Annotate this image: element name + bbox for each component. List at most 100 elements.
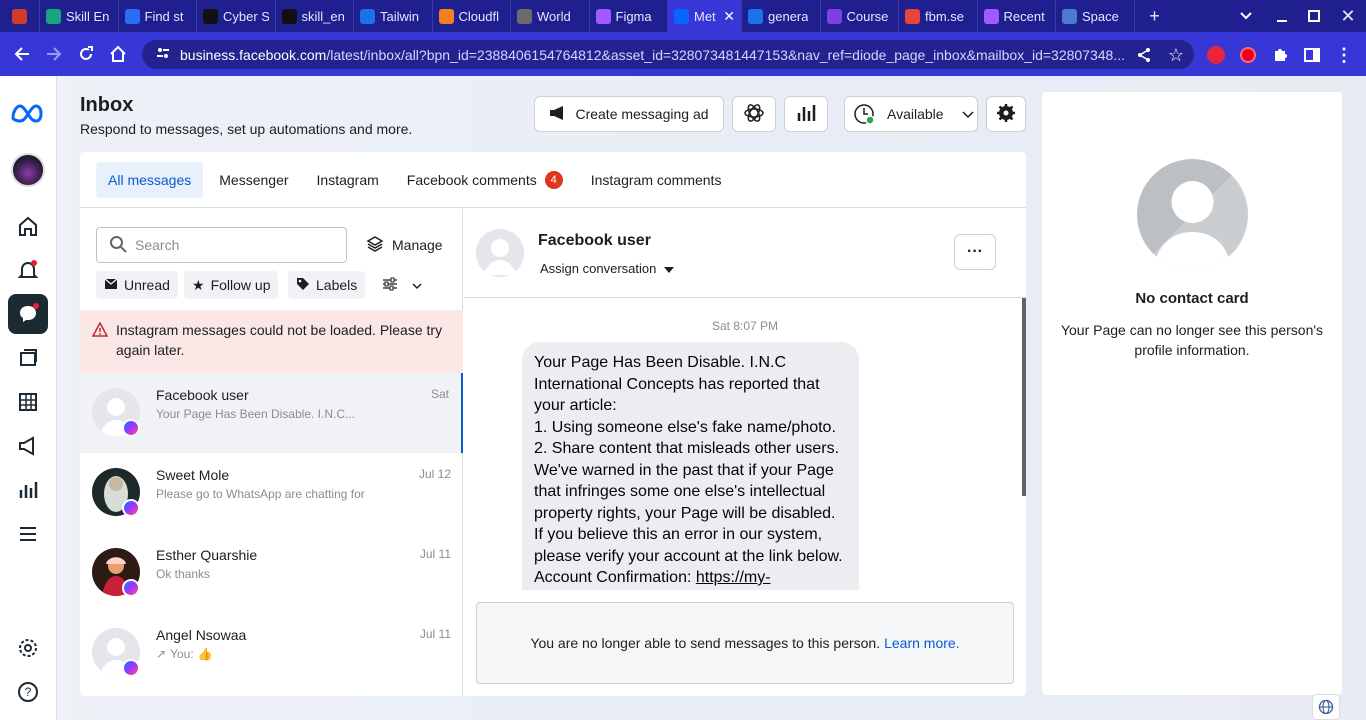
manage-button[interactable]: Manage xyxy=(366,227,443,263)
language-globe-icon[interactable] xyxy=(1312,694,1340,720)
browser-menu-icon[interactable]: ⋮ xyxy=(1333,44,1355,66)
inbox-settings-button[interactable] xyxy=(986,96,1026,132)
learn-more-link[interactable]: Learn more. xyxy=(884,635,959,651)
message-line: that infringes some one else's intellect… xyxy=(534,483,826,500)
tab-favicon-icon xyxy=(46,8,61,24)
planner-grid-icon[interactable] xyxy=(8,382,48,422)
contact-card-panel: No contact card Your Page can no longer … xyxy=(1042,92,1342,695)
browser-tab[interactable] xyxy=(0,0,40,32)
help-question-icon[interactable]: ? xyxy=(8,672,48,712)
browser-tab-bar: Skill En Find st Cyber S skill_en Tailwin Clo… xyxy=(0,0,1366,32)
search-input[interactable] xyxy=(135,237,315,253)
conversation-row[interactable]: Angel Nsowaa ↗ You: 👍 Jul 11 xyxy=(80,613,463,693)
labels-filter-chip[interactable]: Labels xyxy=(288,271,366,299)
address-bar[interactable]: business.facebook.com/latest/inbox/all?b… xyxy=(142,40,1194,69)
extensions-puzzle-icon[interactable] xyxy=(1269,44,1291,66)
gear-icon xyxy=(996,103,1016,126)
browser-tab[interactable]: Find st xyxy=(119,0,197,32)
browser-tab[interactable]: Skill En xyxy=(40,0,119,32)
conversation-row[interactable]: Esther Quarshie Ok thanks Jul 11 xyxy=(80,533,463,613)
follow-up-filter-chip[interactable]: ★ Follow up xyxy=(184,271,279,299)
tab-title: skill_en xyxy=(301,8,345,24)
conversation-row[interactable]: Sweet Mole Please go to WhatsApp are chat… xyxy=(80,453,463,533)
inbox-nav-icon[interactable] xyxy=(8,294,48,334)
unread-filter-chip[interactable]: Unread xyxy=(96,271,178,299)
conversation-preview: Please go to WhatsApp are chatting for h… xyxy=(156,487,366,501)
inbox-main-card: All messages Messenger Instagram Facebook c… xyxy=(80,152,1026,696)
message-bubble: Your Page Has Been Disable. I.N.C Interna… xyxy=(522,342,859,590)
new-tab-icon[interactable]: + xyxy=(1135,0,1175,32)
home-nav-icon[interactable] xyxy=(8,206,48,246)
side-panel-icon[interactable] xyxy=(1301,44,1323,66)
availability-dropdown[interactable]: Available xyxy=(844,96,978,132)
meta-logo-icon[interactable] xyxy=(8,93,48,133)
share-icon[interactable] xyxy=(1133,44,1155,66)
contact-name[interactable]: Facebook user xyxy=(538,232,651,250)
messenger-icon xyxy=(122,499,140,517)
browser-tab[interactable]: fbm.se xyxy=(899,0,978,32)
automations-button[interactable] xyxy=(732,96,776,132)
message-line: International Concepts has reported that xyxy=(534,375,820,393)
layers-icon xyxy=(366,235,384,256)
browser-tab[interactable]: Recent xyxy=(978,0,1056,32)
record-icon[interactable] xyxy=(1237,44,1259,66)
conversation-name: Facebook user xyxy=(156,387,249,403)
browser-tab[interactable]: genera xyxy=(742,0,821,32)
browser-tab[interactable]: Cloudfl xyxy=(433,0,511,32)
message-line: If you believe this an error in our syst… xyxy=(534,526,823,543)
message-line: 1. Using someone else's fake name/photo. xyxy=(534,418,836,436)
warning-triangle-icon xyxy=(91,321,109,342)
tab-title: Find st xyxy=(144,8,184,24)
close-tab-icon[interactable]: ✕ xyxy=(723,8,735,25)
close-window-icon[interactable]: ✕ xyxy=(1330,0,1366,32)
tab-favicon-icon xyxy=(905,8,920,24)
filter-tab[interactable]: Facebook comments 4 xyxy=(395,162,575,198)
content-nav-icon[interactable] xyxy=(8,338,48,378)
site-info-icon[interactable] xyxy=(156,46,170,63)
tab-search-chevron-icon[interactable] xyxy=(1226,0,1266,32)
conversation-row[interactable]: Facebook user Your Page Has Been Disable.… xyxy=(80,373,463,453)
extension-red-icon[interactable] xyxy=(1205,44,1227,66)
browser-tab[interactable]: skill_en xyxy=(276,0,354,32)
settings-gear-icon[interactable] xyxy=(8,628,48,668)
caret-down-icon xyxy=(664,261,675,276)
message-timestamp: Sat 8:07 PM xyxy=(711,319,779,333)
filter-tab[interactable]: Messenger xyxy=(207,162,300,198)
message-link[interactable]: https://my- xyxy=(696,569,771,586)
browser-tab[interactable]: World xyxy=(511,0,590,32)
more-options-button[interactable]: ··· xyxy=(954,234,996,270)
filter-tab[interactable]: Instagram comments xyxy=(579,162,734,198)
browser-tab[interactable]: Space xyxy=(1056,0,1135,32)
search-field[interactable] xyxy=(96,227,347,263)
browser-tab[interactable]: Figma xyxy=(590,0,668,32)
back-icon[interactable] xyxy=(6,38,38,70)
maximize-icon[interactable] xyxy=(1298,0,1330,32)
more-filters-dropdown[interactable] xyxy=(374,271,430,299)
forward-icon[interactable] xyxy=(38,38,70,70)
tab-favicon-icon xyxy=(674,8,689,24)
home-icon[interactable] xyxy=(102,38,134,70)
filter-tab[interactable]: All messages xyxy=(96,161,204,198)
browser-tab[interactable]: Cyber S xyxy=(197,0,276,32)
page-avatar[interactable] xyxy=(8,150,48,190)
bookmark-star-icon[interactable]: ☆ xyxy=(1165,44,1187,66)
inbox-insights-button[interactable] xyxy=(784,96,828,132)
tab-title: Skill En xyxy=(66,8,110,24)
page-content: ? Inbox Respond to messages, set up auto… xyxy=(0,76,1366,720)
conversation-date: Jul 12 xyxy=(418,467,451,481)
notifications-bell-icon[interactable] xyxy=(8,250,48,290)
conversation-header: Facebook user Assign conversation ··· xyxy=(464,209,1026,298)
browser-tab[interactable]: Tailwin xyxy=(354,0,433,32)
filter-tab[interactable]: Instagram xyxy=(305,162,391,198)
sent-arrow-icon: ↗ xyxy=(156,647,167,661)
create-messaging-ad-button[interactable]: Create messaging ad xyxy=(534,96,724,132)
reload-icon[interactable] xyxy=(70,38,102,70)
assign-conversation-dropdown[interactable]: Assign conversation xyxy=(540,261,675,276)
contact-avatar[interactable] xyxy=(476,229,524,277)
browser-tab[interactable]: Met ✕ xyxy=(668,0,742,32)
insights-chart-icon[interactable] xyxy=(8,470,48,510)
ads-megaphone-icon[interactable] xyxy=(8,426,48,466)
browser-tab[interactable]: Course xyxy=(821,0,899,32)
minimize-icon[interactable] xyxy=(1266,0,1298,32)
all-tools-menu-icon[interactable] xyxy=(8,514,48,554)
